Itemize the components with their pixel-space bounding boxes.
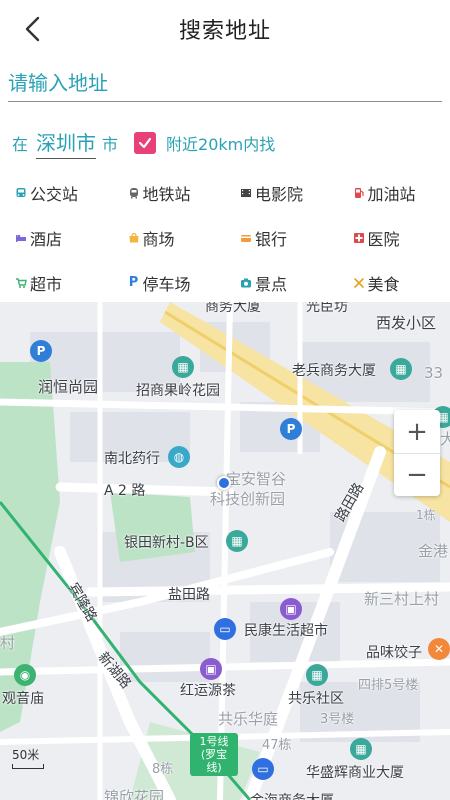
search-field xyxy=(8,66,442,102)
map-label: 观音庙 xyxy=(2,691,44,707)
map-label: 润恒尚园 xyxy=(38,378,99,396)
city-selector[interactable]: 深圳市 xyxy=(36,127,97,159)
city-prefix: 在 xyxy=(12,135,29,154)
map-label: 金港 xyxy=(418,542,449,560)
pharmacy-icon[interactable]: ◍ xyxy=(168,446,190,468)
gas-station-icon xyxy=(352,186,366,200)
city-suffix: 市 xyxy=(102,135,119,154)
map-label: 宝安智谷 xyxy=(226,470,287,488)
scale-label: 50米 xyxy=(12,748,40,762)
hospital-icon xyxy=(352,231,366,245)
map-view[interactable]: 商务大厦 光臣坊 西发小区 润恒尚园 招商果岭花园 老兵商务大厦 33 南北药行… xyxy=(0,302,450,800)
category-grid: 公交站 地铁站 电影院 加油站 酒店 商场 银行 医院 超市 P 停车场 景点 美… xyxy=(0,170,450,305)
category-subway-station[interactable]: 地铁站 xyxy=(113,181,226,205)
mall-icon[interactable]: ▣ xyxy=(280,598,302,620)
subway-icon xyxy=(127,186,141,200)
category-food[interactable]: 美食 xyxy=(338,271,450,295)
scenic-icon xyxy=(239,276,253,290)
mall-icon[interactable]: ▣ xyxy=(200,658,222,680)
check-icon xyxy=(138,137,152,149)
category-mall[interactable]: 商场 xyxy=(113,226,226,250)
nearby-label[interactable]: 附近20km内找 xyxy=(166,131,275,155)
map-label: 招商果岭花园 xyxy=(136,383,220,399)
map-label: 村 xyxy=(0,634,16,652)
map-label: 33 xyxy=(424,364,444,382)
food-icon[interactable]: ✕ xyxy=(428,638,450,660)
map-label: A 2 路 xyxy=(104,483,146,499)
map-scale: 50米 xyxy=(12,746,44,769)
map-label: 共乐华庭 xyxy=(218,710,279,728)
current-location-marker xyxy=(217,476,231,490)
back-button[interactable] xyxy=(18,14,48,44)
map-label: 品味饺子 xyxy=(366,645,422,661)
parking-icon[interactable]: P xyxy=(280,418,302,440)
map-label: 3号楼 xyxy=(320,712,355,727)
category-bank[interactable]: 银行 xyxy=(225,226,338,250)
zoom-in-button[interactable]: + xyxy=(394,410,440,453)
building-icon[interactable]: ▦ xyxy=(172,356,194,378)
map-label: 老兵商务大厦 xyxy=(292,363,376,379)
mall-icon xyxy=(127,231,141,245)
map-label: 8栋 xyxy=(152,762,174,777)
page-title: 搜索地址 xyxy=(178,19,271,44)
map-label: 1栋 xyxy=(416,508,436,522)
map-label: 共乐社区 xyxy=(288,691,344,707)
hotel-icon xyxy=(14,231,28,245)
cinema-icon xyxy=(239,186,253,200)
map-label: 四排5号楼 xyxy=(358,678,419,693)
chevron-left-icon xyxy=(25,16,40,42)
supermarket-icon xyxy=(14,276,28,290)
map-label: 47栋 xyxy=(262,738,292,753)
bus-icon[interactable]: ▭ xyxy=(214,618,236,640)
map-label: 商务大厦 xyxy=(205,302,261,315)
scenic-icon[interactable]: ◉ xyxy=(14,664,36,686)
category-bus-station[interactable]: 公交站 xyxy=(0,181,113,205)
map-label: 锦欣花园 xyxy=(104,788,165,800)
map-label: 科技创新园 xyxy=(210,490,286,508)
building-icon[interactable]: ▦ xyxy=(226,530,248,552)
map-label: 西发小区 xyxy=(376,314,437,332)
map-label: 银田新村-B区 xyxy=(124,535,209,551)
map-label: 华盛辉商业大厦 xyxy=(306,765,404,781)
map-label: 光臣坊 xyxy=(306,302,348,315)
building-icon[interactable]: ▦ xyxy=(350,738,372,760)
category-scenic-spot[interactable]: 景点 xyxy=(225,271,338,295)
city-row: 在 深圳市 市 附近20km内找 xyxy=(12,126,275,160)
bank-icon xyxy=(239,231,253,245)
category-hotel[interactable]: 酒店 xyxy=(0,226,113,250)
map-label: 大 xyxy=(440,430,450,448)
scale-bar xyxy=(12,764,44,769)
building-icon[interactable]: ▦ xyxy=(306,664,328,686)
map-label: 民康生活超市 xyxy=(244,623,328,639)
category-hospital[interactable]: 医院 xyxy=(338,226,450,250)
map-label: 南北药行 xyxy=(104,451,160,467)
map-label: 新三村上村 xyxy=(364,590,440,608)
map-label: 盐田路 xyxy=(168,587,210,603)
zoom-out-button[interactable]: − xyxy=(394,453,440,496)
parking-icon[interactable]: P xyxy=(30,340,52,362)
category-parking[interactable]: P 停车场 xyxy=(113,271,226,295)
zoom-control: + − xyxy=(394,410,440,496)
food-icon xyxy=(352,276,366,290)
map-label: 金海商务大厦 xyxy=(250,790,334,800)
map-label: 红运源茶 xyxy=(180,683,236,699)
category-supermarket[interactable]: 超市 xyxy=(0,271,113,295)
parking-icon: P xyxy=(128,275,139,290)
bus-icon[interactable]: ▭ xyxy=(252,758,274,780)
category-cinema[interactable]: 电影院 xyxy=(225,181,338,205)
metro-line-label: 1号线(罗宝线) xyxy=(190,733,238,776)
category-gas-station[interactable]: 加油站 xyxy=(338,181,450,205)
bus-icon xyxy=(14,186,28,200)
header: 搜索地址 xyxy=(0,0,450,58)
building-icon[interactable]: ▦ xyxy=(390,358,412,380)
address-search-input[interactable] xyxy=(8,66,442,100)
nearby-checkbox[interactable] xyxy=(134,132,157,154)
